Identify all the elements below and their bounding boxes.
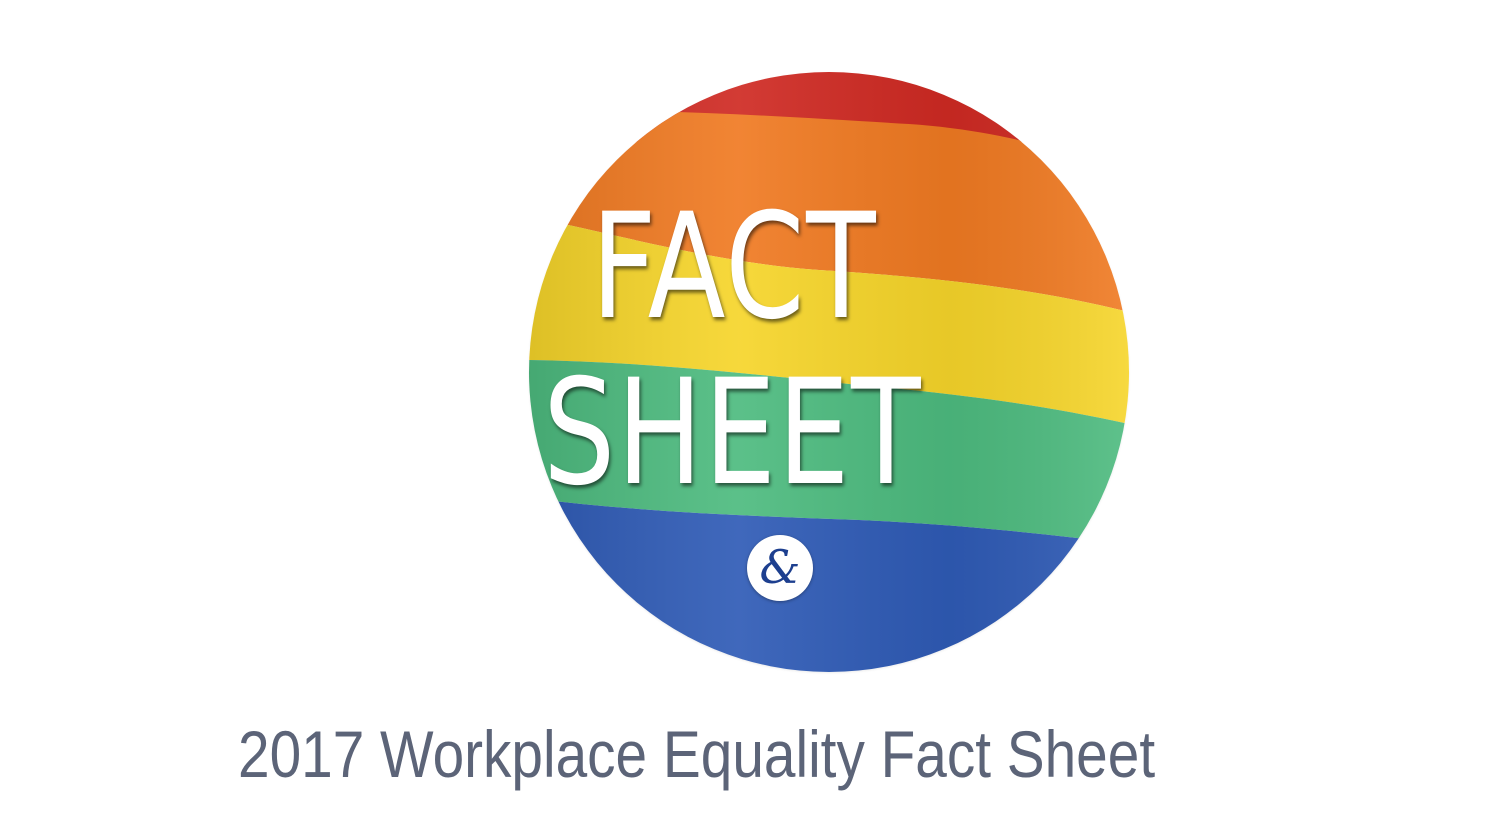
page: FACT SHEET & 2017 Workplace Equality Fac…	[0, 0, 1512, 836]
fact-sheet-badge: FACT SHEET &	[529, 72, 1129, 672]
page-title: 2017 Workplace Equality Fact Sheet	[238, 717, 1156, 791]
ampersand-logo-icon: &	[747, 535, 813, 601]
badge-title-fact: FACT	[591, 182, 878, 352]
badge-title-sheet: SHEET	[543, 348, 923, 518]
badge-text-overlay: FACT SHEET &	[529, 72, 1129, 672]
